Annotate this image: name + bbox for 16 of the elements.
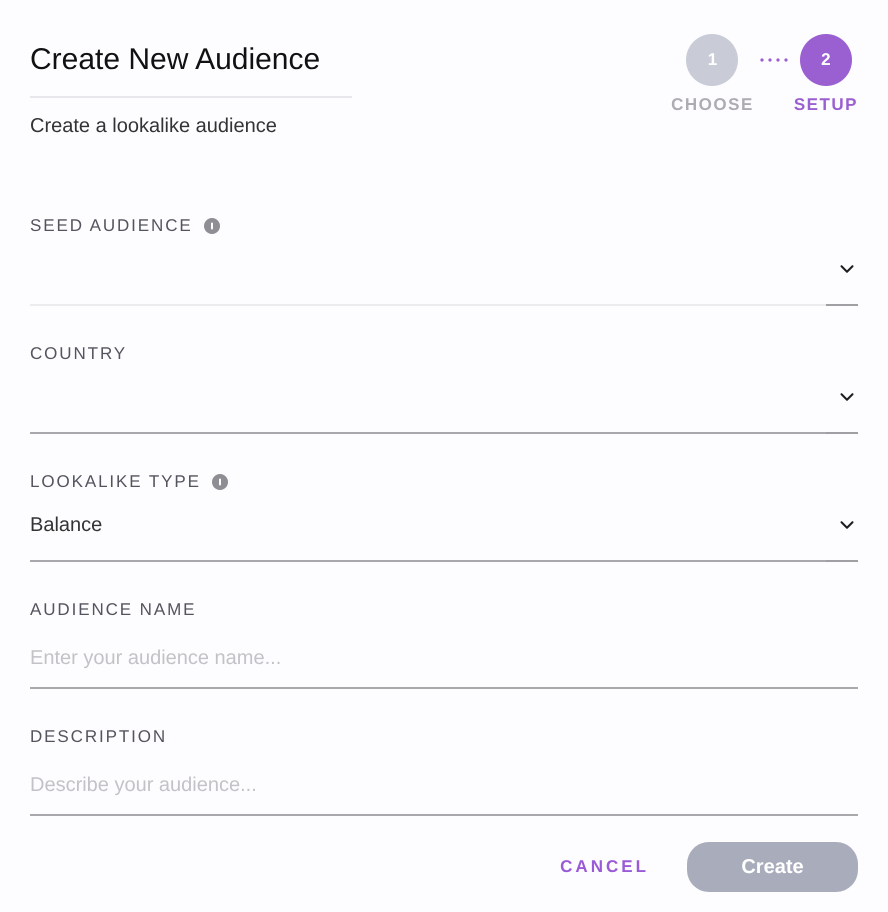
- field-label: COUNTRY: [30, 344, 128, 364]
- input-field[interactable]: Enter your audience name...: [30, 630, 858, 689]
- field-label: SEED AUDIENCE: [30, 216, 193, 236]
- dialog-title: Create New Audience: [30, 0, 352, 98]
- select-field[interactable]: Balance: [30, 502, 858, 562]
- step-label: SETUP: [794, 95, 858, 115]
- field-label: LOOKALIKE TYPE: [30, 472, 201, 492]
- field-label: AUDIENCE NAME: [30, 600, 196, 620]
- input-field[interactable]: Describe your audience...: [30, 757, 858, 816]
- step-label: CHOOSE: [671, 95, 754, 115]
- field-label: DESCRIPTION: [30, 727, 168, 747]
- info-icon[interactable]: [212, 474, 228, 490]
- select-value: Balance: [30, 513, 102, 537]
- dotted-connector-icon: [760, 58, 788, 62]
- dialog-subtitle: Create a lookalike audience: [30, 114, 278, 138]
- cancel-button[interactable]: CANCEL: [560, 854, 649, 880]
